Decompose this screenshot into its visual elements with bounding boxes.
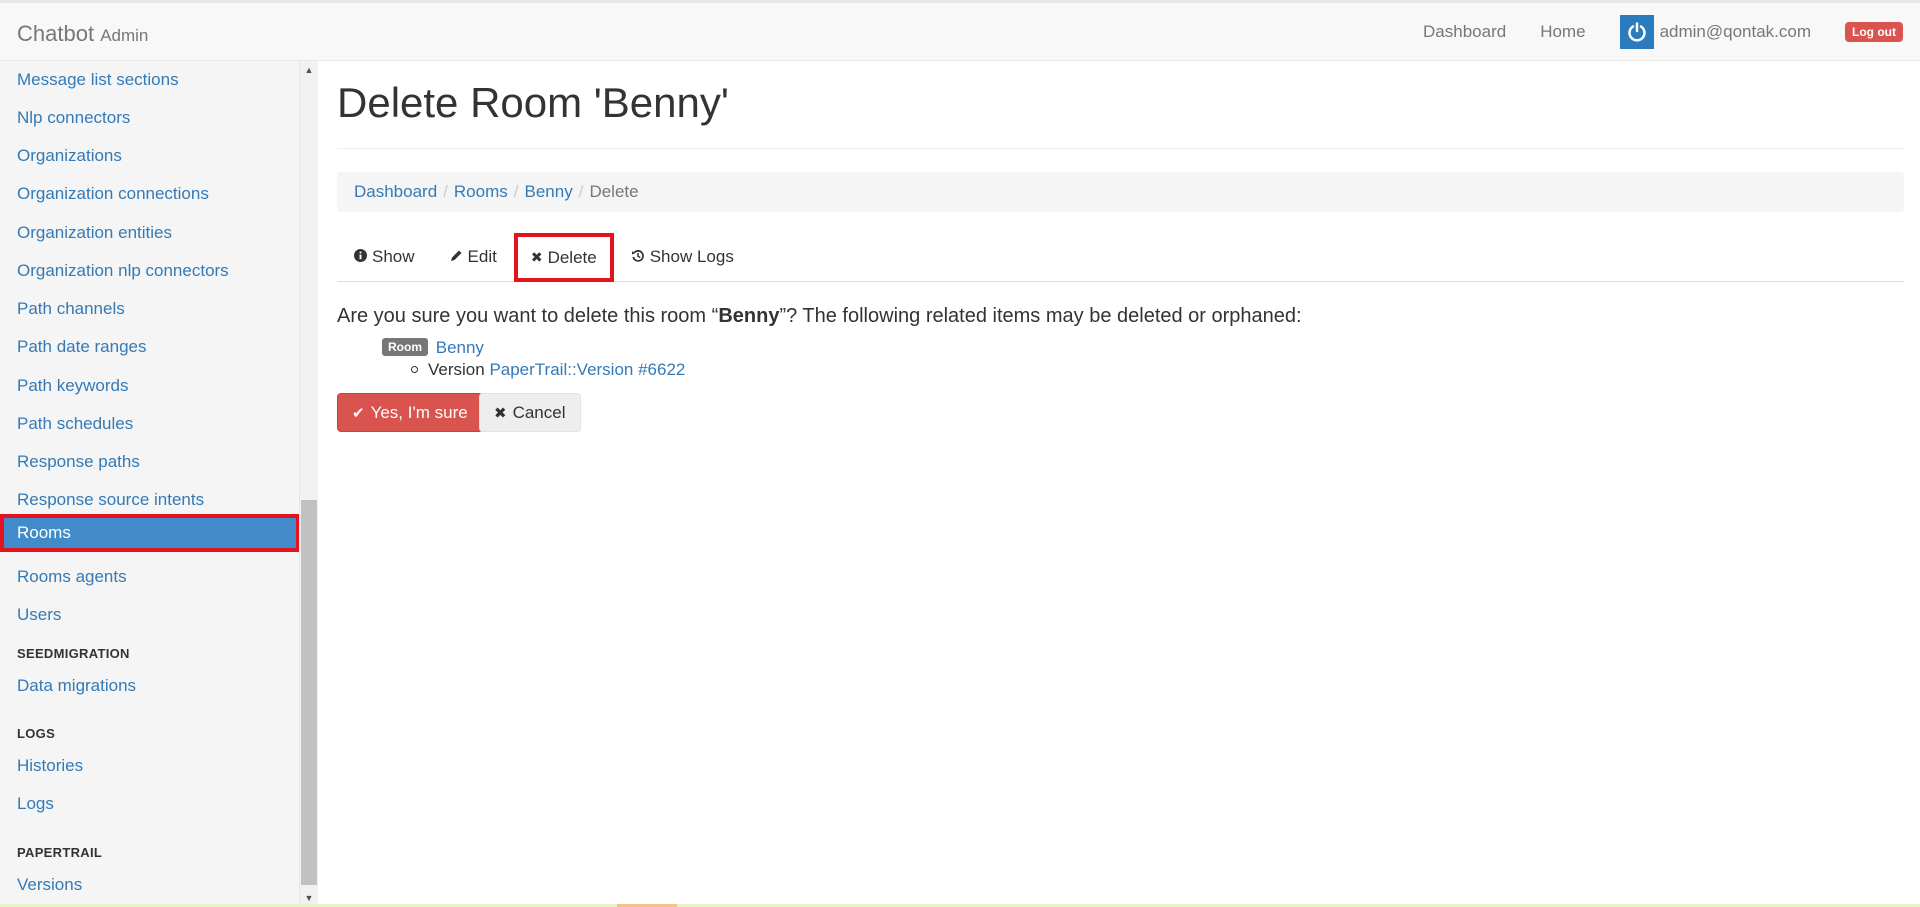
- sidebar-item-rooms-agents[interactable]: Rooms agents: [0, 558, 299, 596]
- breadcrumb-delete: Delete: [589, 182, 639, 201]
- sub-item-prefix: Version: [428, 360, 485, 379]
- sidebar-item-path-keywords[interactable]: Path keywords: [0, 367, 299, 405]
- sidebar-item-versions[interactable]: Versions: [0, 866, 299, 904]
- pencil-icon: [449, 249, 463, 266]
- sidebar-item-response-paths[interactable]: Response paths: [0, 443, 299, 481]
- title-divider: [337, 148, 1904, 149]
- bullet-circle-icon: [411, 366, 418, 373]
- sidebar-item-message-list-sections[interactable]: Message list sections: [0, 61, 299, 99]
- times-icon: ✖: [494, 404, 507, 422]
- check-icon: ✔: [352, 404, 365, 422]
- sidebar-item-nlp-connectors[interactable]: Nlp connectors: [0, 99, 299, 137]
- cancel-button[interactable]: ✖ Cancel: [479, 393, 581, 432]
- sidebar-header-seedmigration: SEEDMIGRATION: [17, 646, 130, 661]
- confirm-delete-label: Yes, I'm sure: [370, 402, 468, 422]
- page-title: Delete Room 'Benny': [337, 79, 729, 126]
- tab-delete-label: Delete: [547, 247, 597, 267]
- sidebar-item-histories[interactable]: Histories: [0, 747, 299, 785]
- sidebar-item-path-date-ranges[interactable]: Path date ranges: [0, 328, 299, 366]
- info-circle-icon: [354, 249, 367, 265]
- power-icon: [1619, 15, 1654, 49]
- sidebar-item-organization-connections[interactable]: Organization connections: [0, 175, 299, 213]
- breadcrumb: Dashboard / Rooms / Benny / Delete: [337, 172, 1904, 212]
- related-sub-item: Version PaperTrail::Version #6622: [382, 360, 685, 380]
- main-content: Delete Room 'Benny' Dashboard / Rooms / …: [318, 61, 1920, 907]
- breadcrumb-separator: /: [513, 182, 519, 201]
- tab-show-label: Show: [372, 247, 415, 266]
- tab-edit[interactable]: Edit: [432, 233, 514, 281]
- sidebar-header-logs: LOGS: [17, 726, 56, 741]
- tab-delete[interactable]: ✖ Delete: [513, 233, 614, 282]
- sidebar-scrollbar[interactable]: ▲ ▼: [300, 61, 318, 907]
- breadcrumb-dashboard[interactable]: Dashboard: [354, 182, 437, 202]
- breadcrumb-separator: /: [578, 182, 584, 201]
- breadcrumb-rooms[interactable]: Rooms: [454, 182, 508, 202]
- tab-show-logs-label: Show Logs: [649, 247, 734, 266]
- nav-link-home[interactable]: Home: [1540, 22, 1585, 42]
- confirm-prefix: Are you sure you want to delete this roo…: [337, 305, 719, 327]
- sidebar-item-path-channels[interactable]: Path channels: [0, 290, 299, 328]
- sidebar-header-papertrail: PAPERTRAIL: [17, 845, 103, 860]
- brand-title: Chatbot: [17, 21, 95, 46]
- user-email-link[interactable]: admin@qontak.com: [1660, 22, 1811, 42]
- sidebar-item-logs[interactable]: Logs: [0, 785, 299, 823]
- sidebar: Message list sections Nlp connectors Org…: [0, 61, 300, 907]
- history-icon: [631, 249, 645, 266]
- related-room-link[interactable]: Benny: [436, 338, 484, 357]
- sidebar-item-rooms[interactable]: Rooms: [0, 514, 299, 552]
- tab-show-logs[interactable]: Show Logs: [614, 233, 751, 281]
- confirm-suffix: ”? The following related items may be de…: [779, 305, 1302, 327]
- room-badge: Room: [382, 338, 428, 356]
- sidebar-item-organizations[interactable]: Organizations: [0, 137, 299, 175]
- breadcrumb-benny[interactable]: Benny: [525, 182, 573, 202]
- top-navbar: Chatbot Admin Dashboard Home admin@qonta…: [0, 0, 1920, 61]
- action-tabs: Show Edit ✖ Delete Show Logs: [337, 233, 1904, 282]
- scrollbar-thumb[interactable]: [301, 500, 317, 885]
- confirm-room-name: Benny: [718, 305, 780, 327]
- cancel-label: Cancel: [512, 402, 566, 422]
- related-item: Room Benny: [382, 338, 484, 358]
- scroll-up-arrow-icon[interactable]: ▲: [300, 61, 318, 79]
- nav-link-dashboard[interactable]: Dashboard: [1423, 22, 1506, 42]
- sidebar-item-organization-entities[interactable]: Organization entities: [0, 214, 299, 252]
- sidebar-item-users[interactable]: Users: [0, 596, 299, 634]
- tab-edit-label: Edit: [467, 247, 497, 266]
- version-link[interactable]: PaperTrail::Version #6622: [489, 360, 685, 379]
- brand-subtitle: Admin: [100, 26, 149, 45]
- logout-button[interactable]: Log out: [1845, 22, 1903, 42]
- breadcrumb-separator: /: [443, 182, 448, 201]
- delete-confirmation-text: Are you sure you want to delete this roo…: [337, 305, 1302, 328]
- sidebar-item-organization-nlp-connectors[interactable]: Organization nlp connectors: [0, 252, 299, 290]
- brand[interactable]: Chatbot Admin: [17, 21, 148, 47]
- sidebar-item-path-schedules[interactable]: Path schedules: [0, 405, 299, 443]
- sidebar-item-data-migrations[interactable]: Data migrations: [0, 667, 299, 705]
- confirm-delete-button[interactable]: ✔ Yes, I'm sure: [337, 393, 483, 432]
- tab-show[interactable]: Show: [337, 233, 432, 281]
- times-icon: ✖: [530, 249, 543, 265]
